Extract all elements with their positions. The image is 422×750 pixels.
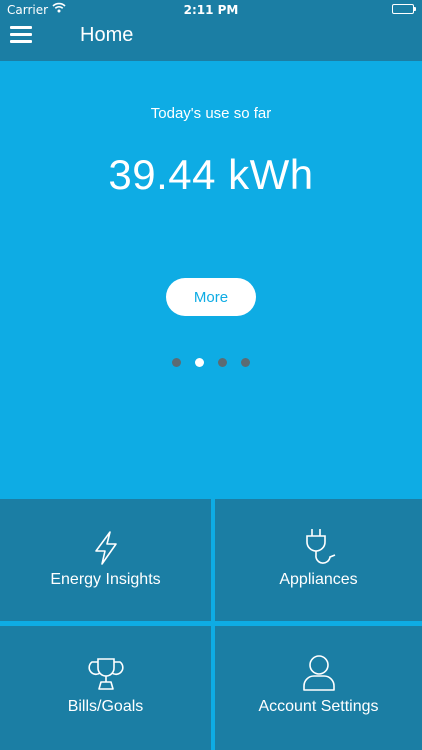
usage-label: Today's use so far	[150, 105, 272, 122]
account-settings-tile[interactable]: Account Settings	[215, 626, 422, 750]
usage-value: 39.44 kWh	[108, 151, 314, 198]
bills-goals-tile[interactable]: Bills/Goals	[0, 626, 211, 750]
page-indicator	[0, 358, 422, 367]
appliances-label: Appliances	[279, 571, 358, 588]
lightning-bolt-icon	[92, 531, 120, 569]
more-button[interactable]: More	[166, 278, 256, 316]
usage-hero: Today's use so far 39.44 kWh More	[0, 61, 422, 499]
bills-goals-label: Bills/Goals	[67, 698, 144, 715]
page-dot-4[interactable]	[241, 358, 250, 367]
account-settings-label: Account Settings	[258, 698, 379, 715]
battery-icon	[392, 4, 416, 14]
status-time: 2:11 PM	[183, 3, 239, 17]
user-icon	[301, 654, 337, 696]
energy-insights-label: Energy Insights	[50, 571, 161, 588]
top-bar: Carrier 2:11 PM Home	[0, 0, 422, 61]
page-dot-2[interactable]	[195, 358, 204, 367]
energy-insights-tile[interactable]: Energy Insights	[0, 499, 211, 621]
page-dot-3[interactable]	[218, 358, 227, 367]
menu-grid: Energy Insights Appliances Bills/Goals A…	[0, 499, 422, 750]
status-bar: Carrier 2:11 PM	[0, 0, 422, 20]
app-screen: Carrier 2:11 PM Home Today's use so far …	[0, 0, 422, 750]
trophy-icon	[87, 656, 125, 696]
hamburger-menu-icon[interactable]	[10, 26, 32, 44]
page-title: Home	[80, 24, 134, 46]
plug-icon	[302, 527, 336, 569]
appliances-tile[interactable]: Appliances	[215, 499, 422, 621]
page-dot-1[interactable]	[172, 358, 181, 367]
